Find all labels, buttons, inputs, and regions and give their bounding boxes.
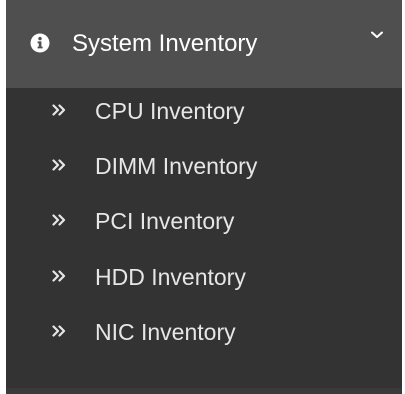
system-inventory-label: System Inventory xyxy=(72,30,258,57)
sidebar-item-label: PCI Inventory xyxy=(95,208,235,234)
sidebar-item-pci-inventory[interactable]: PCI Inventory xyxy=(6,198,402,250)
sidebar-nav: System Inventory CPU Inventory DIMM Inve… xyxy=(6,0,402,394)
divider xyxy=(6,388,402,394)
sidebar-item-label: CPU Inventory xyxy=(95,98,245,124)
sidebar-item-label: NIC Inventory xyxy=(95,319,236,345)
double-chevron-right-icon xyxy=(52,270,66,282)
sidebar-item-nic-inventory[interactable]: NIC Inventory xyxy=(6,309,402,361)
sidebar-item-label: HDD Inventory xyxy=(95,264,246,290)
double-chevron-right-icon xyxy=(52,159,66,171)
chevron-down-icon[interactable] xyxy=(370,30,384,40)
sidebar-item-label: DIMM Inventory xyxy=(95,153,258,179)
double-chevron-right-icon xyxy=(52,325,66,337)
sidebar-item-dimm-inventory[interactable]: DIMM Inventory xyxy=(6,143,402,195)
sidebar-item-cpu-inventory[interactable]: CPU Inventory xyxy=(6,88,402,140)
sidebar-item-hdd-inventory[interactable]: HDD Inventory xyxy=(6,254,402,306)
system-inventory-menu-toggle[interactable]: System Inventory xyxy=(6,0,402,88)
double-chevron-right-icon xyxy=(52,104,66,116)
info-icon xyxy=(30,33,50,53)
double-chevron-right-icon xyxy=(52,214,66,226)
